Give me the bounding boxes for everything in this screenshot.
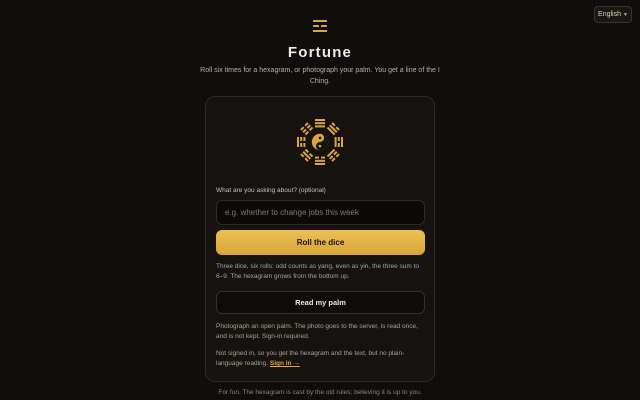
read-palm-button[interactable]: Read my palm <box>216 291 425 314</box>
question-input[interactable] <box>216 200 425 225</box>
palm-description: Photograph an open palm. The photo goes … <box>216 323 418 340</box>
footer-disclaimer: For fun. The hexagram is cast by the old… <box>218 389 422 396</box>
page-title: Fortune <box>287 44 353 61</box>
language-select[interactable]: English ▼ <box>594 6 632 23</box>
language-label: English <box>598 11 621 18</box>
page-subtitle: Roll six times for a hexagram, or photog… <box>200 67 440 85</box>
fortune-card: What are you asking about? (optional) Ro… <box>205 96 435 382</box>
chevron-down-icon: ▼ <box>623 11 628 18</box>
bagua-yin-yang-icon <box>297 119 343 165</box>
signin-notice: Not signed in, so you get the hexagram a… <box>216 349 428 369</box>
question-label: What are you asking about? (optional) <box>216 187 326 194</box>
roll-description: Three dice, six rolls: odd counts as yan… <box>216 263 420 280</box>
trigram-icon <box>313 20 327 32</box>
signin-notice-text: Not signed in, so you get the hexagram a… <box>216 350 405 367</box>
roll-dice-button[interactable]: Roll the dice <box>216 230 425 255</box>
sign-in-link[interactable]: Sign in → <box>270 360 300 367</box>
